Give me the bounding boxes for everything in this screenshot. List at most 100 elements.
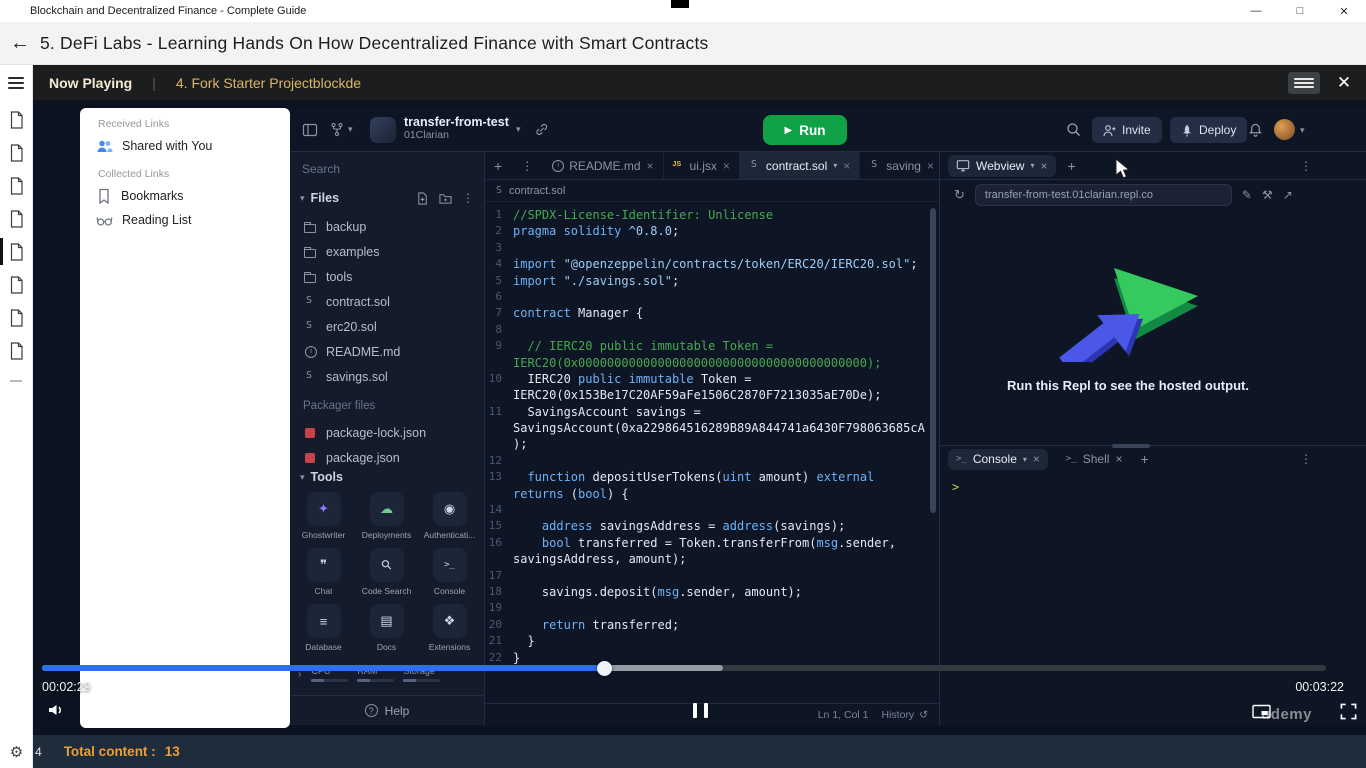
bell-icon[interactable] <box>1248 122 1263 138</box>
shared-with-you-item[interactable]: Shared with You <box>80 134 290 158</box>
playlist-queue-icon[interactable] <box>1288 72 1320 94</box>
close-icon[interactable]: × <box>1040 159 1047 173</box>
close-icon[interactable]: × <box>843 159 850 173</box>
packager-file-item[interactable]: package-lock.json <box>290 420 484 445</box>
chevron-down-icon[interactable]: ▾ <box>833 161 837 170</box>
console-tab[interactable]: >_ Console ▾ × <box>948 449 1048 470</box>
url-input[interactable]: transfer-from-test.01clarian.repl.co <box>975 184 1232 206</box>
webview-tab[interactable]: Webview ▾ × <box>948 155 1056 177</box>
drag-handle[interactable] <box>1112 444 1150 448</box>
close-player-icon[interactable]: ✕ <box>1332 71 1356 95</box>
help-button[interactable]: ? Help <box>290 695 484 725</box>
sidebar-item-document[interactable] <box>0 136 32 169</box>
sidebar-item-document[interactable] <box>0 301 32 334</box>
new-tab-icon[interactable]: + <box>1140 451 1148 467</box>
fork-icon[interactable] <box>330 122 344 137</box>
user-avatar[interactable] <box>1274 119 1295 140</box>
progress-handle[interactable] <box>597 661 612 676</box>
tool-tile[interactable]: ⚲ Code Search <box>355 548 418 604</box>
tool-tile[interactable]: >_ Console <box>418 548 481 604</box>
close-button[interactable]: ✕ <box>1322 0 1366 22</box>
kebab-menu-icon[interactable]: ⋮ <box>462 191 474 205</box>
tool-tile[interactable]: ❖ Extensions <box>418 604 481 660</box>
tool-tile[interactable]: ☁ Deployments <box>355 492 418 548</box>
chevron-down-icon[interactable]: ▾ <box>348 124 353 135</box>
sidebar-item-document[interactable] <box>0 169 32 202</box>
packager-files-header[interactable]: Packager files <box>303 400 375 412</box>
sidebar-item-document[interactable] <box>0 103 32 136</box>
deploy-button[interactable]: Deploy <box>1170 117 1247 143</box>
sidebar-item-document[interactable] <box>0 268 32 301</box>
editor-tab[interactable]: contract.sol ▾ × <box>740 152 860 179</box>
new-file-icon[interactable] <box>416 192 429 205</box>
sidebar-item-document[interactable] <box>0 202 32 235</box>
kebab-menu-icon[interactable]: ⋮ <box>1300 452 1312 466</box>
close-icon[interactable]: × <box>647 159 654 173</box>
sidebar-item-document[interactable] <box>0 235 32 268</box>
file-tree-item[interactable]: contract.sol <box>290 289 484 314</box>
document-icon <box>9 111 24 129</box>
file-tree-item[interactable]: tools <box>290 264 484 289</box>
code-editor[interactable]: 1//SPDX-License-Identifier: Unlicense2pr… <box>485 202 939 703</box>
file-tree-item[interactable]: examples <box>290 239 484 264</box>
hamburger-menu-icon[interactable] <box>8 77 24 89</box>
files-section-header[interactable]: ▾ Files ⋮ <box>290 186 484 210</box>
fullscreen-icon[interactable] <box>1340 703 1357 720</box>
picture-in-picture-icon[interactable] <box>1252 704 1271 719</box>
tool-tile[interactable]: ✦ Ghostwriter <box>292 492 355 548</box>
chevron-down-icon[interactable]: ▾ <box>1023 455 1027 464</box>
history-button[interactable]: History ↺ <box>882 709 928 721</box>
kebab-menu-icon[interactable]: ⋮ <box>1300 159 1312 173</box>
maximize-button[interactable]: □ <box>1278 0 1322 22</box>
new-tab-icon[interactable]: + <box>485 152 511 179</box>
file-search-input[interactable]: Search <box>302 162 340 176</box>
search-icon[interactable] <box>1066 122 1081 137</box>
file-tree-item[interactable]: erc20.sol <box>290 314 484 339</box>
volume-icon[interactable] <box>47 702 66 718</box>
editor-scrollbar[interactable] <box>930 208 936 513</box>
devtools-icon[interactable]: ⚒ <box>1262 188 1273 202</box>
close-icon[interactable]: × <box>927 159 934 173</box>
shell-tab[interactable]: >_ Shell × <box>1058 449 1131 470</box>
bookmarks-item[interactable]: Bookmarks <box>80 184 290 208</box>
packager-file-item[interactable]: package.json <box>290 445 484 470</box>
new-tab-icon[interactable]: + <box>1068 158 1076 174</box>
tool-tile[interactable]: ▤ Docs <box>355 604 418 660</box>
back-arrow-icon[interactable]: ← <box>0 32 40 55</box>
editor-tab[interactable]: saving ▾ × <box>860 152 944 179</box>
tools-section-header[interactable]: ▾ Tools <box>290 470 484 484</box>
link-icon[interactable] <box>534 122 549 137</box>
layout-panel-icon[interactable] <box>302 122 318 138</box>
file-tree-item[interactable]: README.md <box>290 339 484 364</box>
pause-button[interactable] <box>693 703 708 718</box>
repl-avatar[interactable] <box>370 117 396 143</box>
tool-tile[interactable]: ◉ Authenticati... <box>418 492 481 548</box>
kebab-menu-icon[interactable]: ⋮ <box>511 152 543 179</box>
chevron-down-icon[interactable]: ▾ <box>516 124 521 135</box>
reading-list-item[interactable]: Reading List <box>80 208 290 232</box>
tool-tile[interactable]: ❞ Chat <box>292 548 355 604</box>
sidebar-item-document[interactable] <box>0 334 32 367</box>
new-folder-icon[interactable] <box>439 192 452 205</box>
file-tree-item[interactable]: savings.sol <box>290 364 484 389</box>
repl-identity[interactable]: transfer-from-test 01Clarian <box>404 115 509 141</box>
refresh-icon[interactable]: ↻ <box>954 187 965 203</box>
close-icon[interactable]: × <box>723 159 730 173</box>
close-icon[interactable]: × <box>1115 452 1122 466</box>
edit-pencil-icon[interactable]: ✎ <box>1242 188 1252 202</box>
progress-bar[interactable] <box>42 665 1326 671</box>
open-external-icon[interactable]: ↗ <box>1283 188 1293 202</box>
tool-tile[interactable]: ≡ Database <box>292 604 355 660</box>
gear-icon[interactable]: ⚙ <box>0 743 33 761</box>
chevron-down-icon[interactable]: ▾ <box>1300 125 1305 136</box>
chevron-down-icon[interactable]: ▾ <box>1030 161 1034 170</box>
editor-tab[interactable]: ui.jsx ▾ × <box>664 152 740 179</box>
video-player[interactable]: Received Links Shared with You Collected… <box>33 100 1366 735</box>
console-output[interactable]: > <box>940 472 1366 725</box>
invite-button[interactable]: Invite <box>1092 117 1162 143</box>
run-button[interactable]: ▶ Run <box>763 115 847 145</box>
minimize-button[interactable]: — <box>1234 0 1278 22</box>
editor-tab[interactable]: README.md ▾ × <box>543 152 663 179</box>
close-icon[interactable]: × <box>1033 452 1040 466</box>
file-tree-item[interactable]: backup <box>290 214 484 239</box>
